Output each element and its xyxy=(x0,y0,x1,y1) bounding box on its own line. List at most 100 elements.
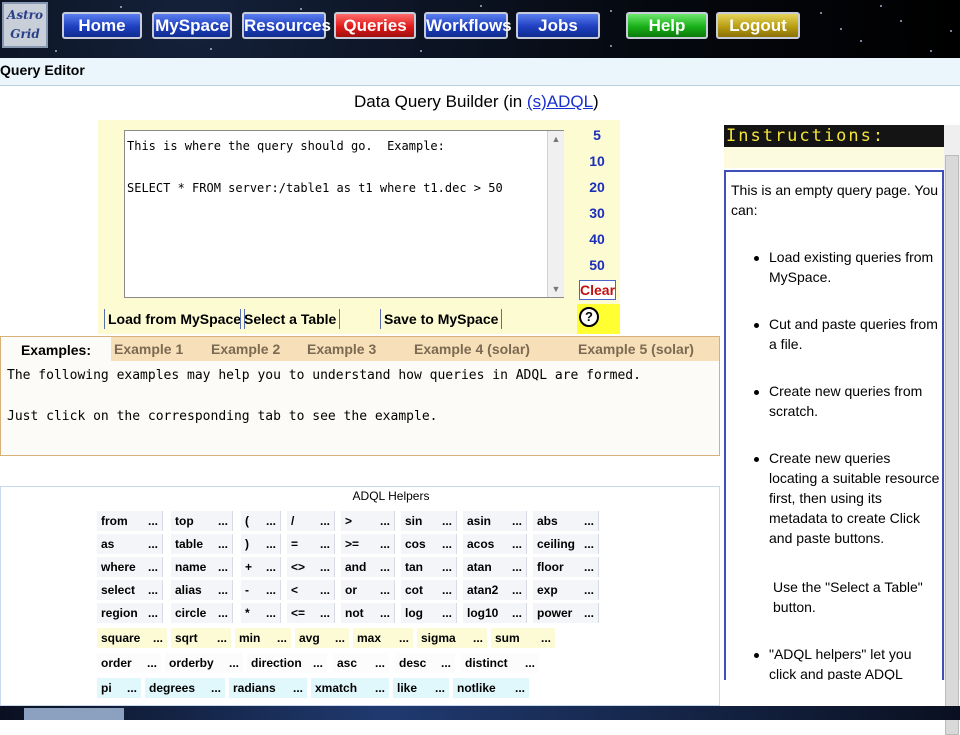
adql-helper-button[interactable]: sqrt... xyxy=(171,628,231,648)
adql-helper-button[interactable]: >... xyxy=(341,511,395,531)
adql-helper-button[interactable]: region... xyxy=(97,603,163,623)
astrogrid-logo[interactable]: Astro Grid xyxy=(2,2,48,48)
select-a-table-button[interactable]: Select a Table xyxy=(240,309,341,329)
row-count-50[interactable]: 50 xyxy=(582,257,612,273)
adql-helper-button[interactable]: pi... xyxy=(97,678,141,698)
nav-help-button[interactable]: Help xyxy=(626,12,708,39)
adql-helper-dots: ... xyxy=(374,656,385,670)
nav-home-button[interactable]: Home xyxy=(62,12,142,39)
adql-helper-button[interactable]: orderby... xyxy=(165,653,243,673)
star-decoration xyxy=(420,50,422,52)
adql-helper-button[interactable]: avg... xyxy=(295,628,349,648)
adql-helper-button[interactable]: floor... xyxy=(533,557,599,577)
scrollbar-thumb[interactable] xyxy=(945,155,959,735)
load-from-myspace-button[interactable]: Load from MySpace xyxy=(104,309,246,329)
adql-helper-dots: ... xyxy=(319,560,330,574)
adql-helper-button[interactable]: not... xyxy=(341,603,395,623)
adql-helper-button[interactable]: exp... xyxy=(533,580,599,600)
adql-helper-button[interactable]: like... xyxy=(393,678,449,698)
row-count-5[interactable]: 5 xyxy=(582,127,612,143)
adql-helper-dots: ... xyxy=(583,583,594,597)
adql-helper-button[interactable]: min... xyxy=(235,628,291,648)
scroll-up-icon[interactable]: ▲ xyxy=(550,133,562,145)
query-textarea[interactable] xyxy=(124,130,564,298)
adql-helper-button[interactable]: select... xyxy=(97,580,163,600)
adql-helper-button[interactable]: max... xyxy=(353,628,413,648)
row-count-40[interactable]: 40 xyxy=(582,231,612,247)
sadql-link[interactable]: (s)ADQL xyxy=(527,92,593,111)
row-count-30[interactable]: 30 xyxy=(582,205,612,221)
tab-example-3[interactable]: Example 3 xyxy=(307,341,376,357)
adql-helper-button[interactable]: desc... xyxy=(395,653,455,673)
adql-helper-button[interactable]: atan2... xyxy=(463,580,527,600)
adql-helper-button[interactable]: cos... xyxy=(401,534,457,554)
nav-myspace-button[interactable]: MySpace xyxy=(152,12,232,39)
adql-helper-button[interactable]: cot... xyxy=(401,580,457,600)
instruction-item: Cut and paste queries from a file. xyxy=(769,316,938,352)
page-scrollbar[interactable] xyxy=(944,125,960,735)
adql-helper-button[interactable]: top... xyxy=(171,511,233,531)
nav-resources-button[interactable]: Resources xyxy=(242,12,331,39)
adql-helper-button[interactable]: tan... xyxy=(401,557,457,577)
nav-workflows-button[interactable]: Workflows xyxy=(424,12,512,39)
adql-helper-dots: ... xyxy=(583,560,594,574)
adql-helper-button[interactable]: atan... xyxy=(463,557,527,577)
adql-helper-button[interactable]: distinct... xyxy=(461,653,539,673)
adql-helper-button[interactable]: sin... xyxy=(401,511,457,531)
adql-helper-button[interactable]: table... xyxy=(171,534,233,554)
adql-helper-button[interactable]: name... xyxy=(171,557,233,577)
adql-helper-button[interactable]: as... xyxy=(97,534,163,554)
adql-helper-button[interactable]: acos... xyxy=(463,534,527,554)
tab-example-5[interactable]: Example 5 (solar) xyxy=(578,341,694,357)
adql-helper-button[interactable]: circle... xyxy=(171,603,233,623)
adql-helper-button[interactable]: from... xyxy=(97,511,163,531)
adql-helper-button[interactable]: =... xyxy=(287,534,335,554)
adql-helper-button[interactable]: )... xyxy=(241,534,281,554)
adql-helper-dots: ... xyxy=(265,606,276,620)
adql-helper-button[interactable]: (... xyxy=(241,511,281,531)
nav-logout-button[interactable]: Logout xyxy=(716,12,800,39)
adql-helper-button[interactable]: radians... xyxy=(229,678,307,698)
query-scrollbar[interactable]: ▲ ▼ xyxy=(547,131,564,297)
row-count-10[interactable]: 10 xyxy=(582,153,612,169)
adql-helper-button[interactable]: log10... xyxy=(463,603,527,623)
adql-helper-button[interactable]: degrees... xyxy=(145,678,225,698)
adql-helper-button[interactable]: <... xyxy=(287,580,335,600)
adql-helper-button[interactable]: log... xyxy=(401,603,457,623)
adql-helper-button[interactable]: notlike... xyxy=(453,678,529,698)
adql-helper-button[interactable]: alias... xyxy=(171,580,233,600)
adql-helper-button[interactable]: or... xyxy=(341,580,395,600)
adql-helper-label: <> xyxy=(291,560,306,574)
tab-example-4[interactable]: Example 4 (solar) xyxy=(414,341,530,357)
adql-helper-button[interactable]: power... xyxy=(533,603,599,623)
adql-helper-button[interactable]: >=... xyxy=(341,534,395,554)
adql-helper-button[interactable]: sigma... xyxy=(417,628,487,648)
adql-helper-button[interactable]: -... xyxy=(241,580,281,600)
tab-example-1[interactable]: Example 1 xyxy=(114,341,183,357)
adql-helper-button[interactable]: where... xyxy=(97,557,163,577)
clear-button[interactable]: Clear xyxy=(579,280,616,300)
adql-helper-button[interactable]: and... xyxy=(341,557,395,577)
adql-helper-button[interactable]: <=... xyxy=(287,603,335,623)
adql-helper-button[interactable]: xmatch... xyxy=(311,678,389,698)
adql-helper-button[interactable]: abs... xyxy=(533,511,599,531)
adql-helper-button[interactable]: asc... xyxy=(333,653,389,673)
adql-helper-button[interactable]: ceiling... xyxy=(533,534,599,554)
scroll-down-icon[interactable]: ▼ xyxy=(550,283,562,295)
adql-helper-label: pi xyxy=(101,681,112,695)
adql-helper-button[interactable]: <>... xyxy=(287,557,335,577)
adql-helper-button[interactable]: square... xyxy=(97,628,167,648)
tab-example-2[interactable]: Example 2 xyxy=(211,341,280,357)
adql-helper-button[interactable]: asin... xyxy=(463,511,527,531)
adql-helper-button[interactable]: +... xyxy=(241,557,281,577)
help-icon[interactable]: ? xyxy=(579,307,599,327)
row-count-20[interactable]: 20 xyxy=(582,179,612,195)
adql-helper-button[interactable]: *... xyxy=(241,603,281,623)
adql-helper-button[interactable]: order... xyxy=(97,653,161,673)
adql-helper-button[interactable]: /... xyxy=(287,511,335,531)
adql-helper-button[interactable]: sum... xyxy=(491,628,555,648)
nav-queries-button[interactable]: Queries xyxy=(334,12,416,39)
save-to-myspace-button[interactable]: Save to MySpace xyxy=(380,309,503,329)
adql-helper-button[interactable]: direction... xyxy=(247,653,327,673)
nav-jobs-button[interactable]: Jobs xyxy=(516,12,600,39)
